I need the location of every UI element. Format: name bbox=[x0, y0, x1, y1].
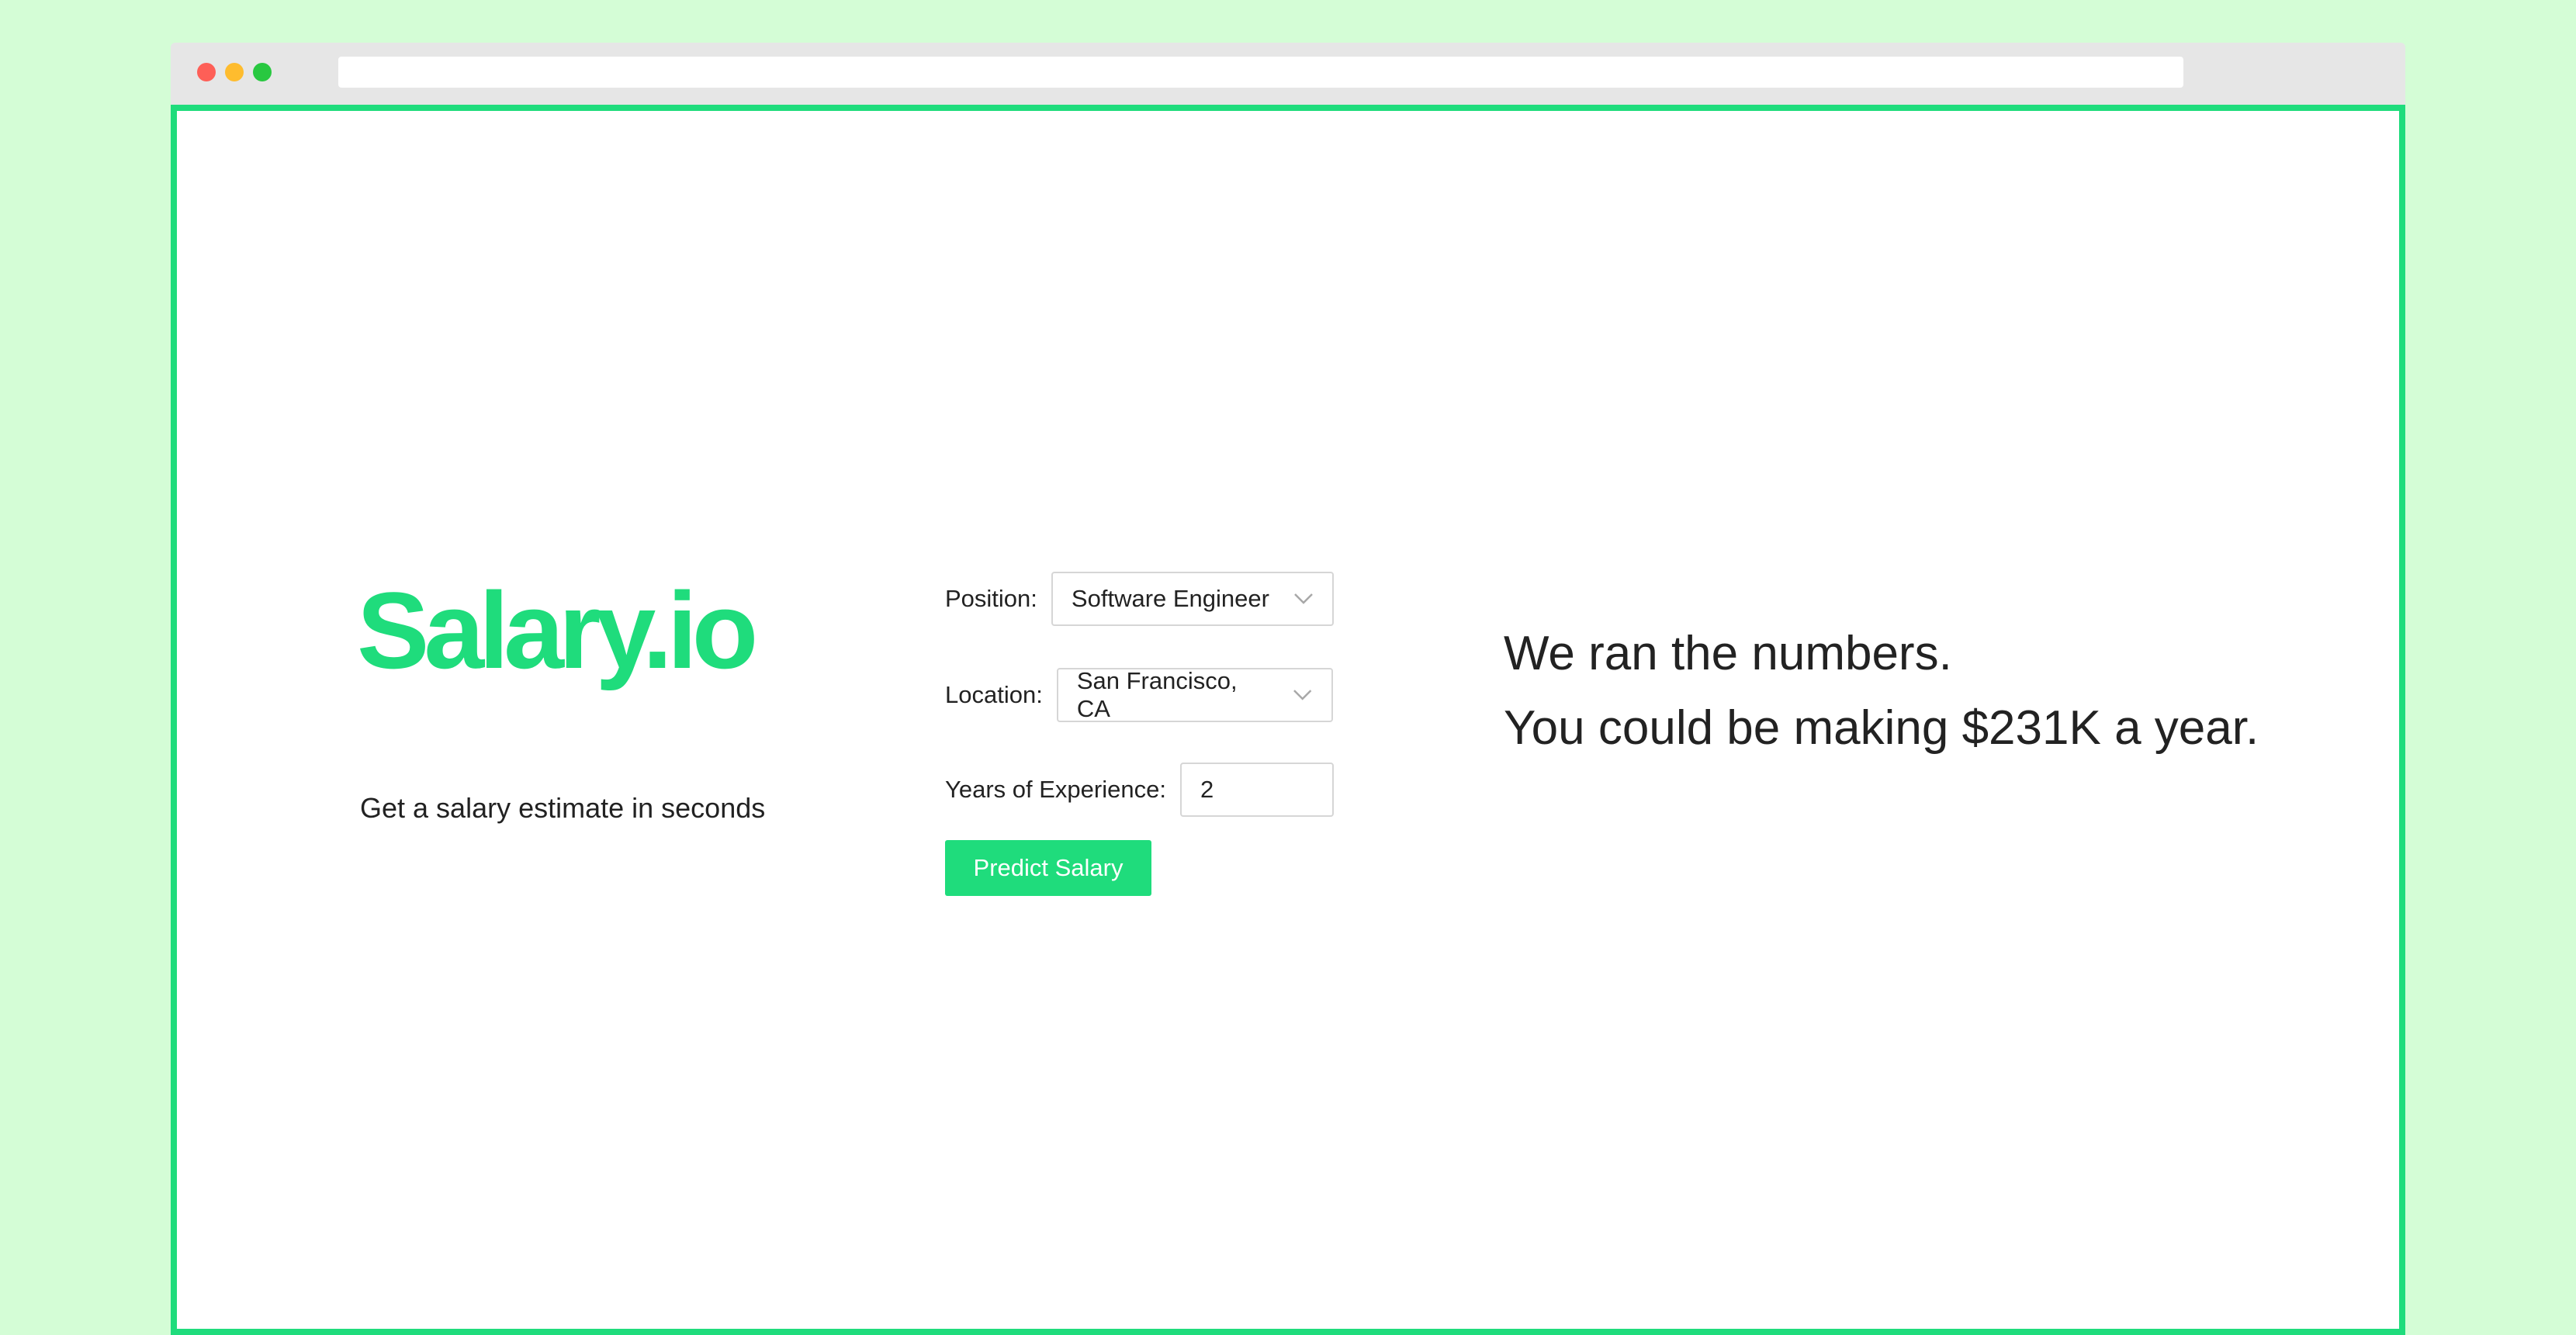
position-label: Position: bbox=[945, 585, 1037, 612]
result-line-1: We ran the numbers. bbox=[1504, 627, 1952, 680]
location-label: Location: bbox=[945, 681, 1043, 708]
location-select-value: San Francisco, CA bbox=[1076, 667, 1238, 722]
page-viewport: Salary.io Get a salary estimate in secon… bbox=[171, 105, 2405, 1335]
predict-salary-button[interactable]: Predict Salary bbox=[945, 840, 1151, 896]
experience-label: Years of Experience: bbox=[945, 776, 1166, 803]
minimize-window-button[interactable] bbox=[225, 63, 244, 81]
experience-row: Years of Experience: bbox=[945, 763, 1334, 817]
position-select[interactable]: Software Engineer bbox=[1051, 572, 1334, 626]
close-window-button[interactable] bbox=[197, 63, 216, 81]
chevron-down-icon bbox=[1293, 690, 1312, 700]
location-row: Location: San Francisco, CA bbox=[945, 667, 1333, 722]
tagline: Get a salary estimate in seconds bbox=[360, 792, 766, 824]
logo: Salary.io bbox=[357, 569, 758, 691]
location-select[interactable]: San Francisco, CA bbox=[1056, 667, 1333, 722]
maximize-window-button[interactable] bbox=[253, 63, 272, 81]
result-line-2: You could be making $231K a year. bbox=[1504, 701, 2259, 755]
position-select-value: Software Engineer bbox=[1071, 585, 1269, 612]
result-message: We ran the numbers. You could be making … bbox=[1504, 617, 2259, 766]
experience-input[interactable] bbox=[1179, 763, 1334, 817]
address-bar[interactable] bbox=[338, 57, 2183, 88]
chevron-down-icon bbox=[1294, 593, 1313, 604]
browser-window: Salary.io Get a salary estimate in secon… bbox=[171, 43, 2405, 1335]
position-row: Position: Software Engineer bbox=[945, 572, 1334, 626]
browser-titlebar bbox=[171, 43, 2405, 105]
